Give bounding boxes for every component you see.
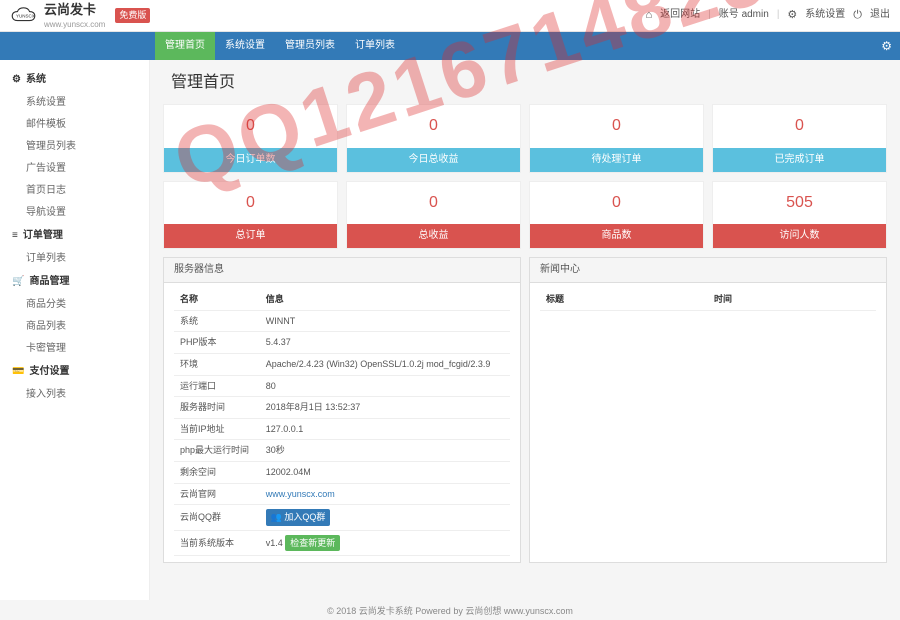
sidebar-item[interactable]: 管理员列表: [0, 136, 149, 158]
server-info-panel: 服务器信息 名称信息系统WINNTPHP版本5.4.37环境Apache/2.4…: [163, 257, 521, 563]
footer: © 2018 云尚发卡系统 Powered by 云尚创想 www.yunscx…: [0, 605, 900, 618]
sidebar-group-header[interactable]: 💳支付设置: [0, 360, 149, 384]
sidebar-group-header[interactable]: ⚙系统: [0, 68, 149, 92]
stat-label: 今日总收益: [347, 148, 520, 172]
sidebar-item[interactable]: 首页日志: [0, 180, 149, 202]
stat-value: 0: [530, 105, 703, 147]
logo[interactable]: YUNSCX 云尚发卡 www.yunscx.com 免费版: [10, 1, 150, 30]
table-row: 服务器时间2018年8月1日 13:52:37: [174, 397, 510, 419]
sidebar-item[interactable]: 卡密管理: [0, 338, 149, 360]
sidebar-icon: 💳: [12, 365, 24, 379]
stat-card: 0总收益: [346, 181, 521, 249]
main: 管理首页 0今日订单数0今日总收益0待处理订单0已完成订单 0总订单0总收益0商…: [155, 60, 895, 600]
stat-value: 0: [530, 182, 703, 224]
sidebar-item[interactable]: 接入列表: [0, 384, 149, 406]
navbar: 管理首页系统设置管理员列表订单列表 ⚙: [0, 32, 900, 60]
stat-card: 0今日总收益: [346, 104, 521, 172]
nav-tab[interactable]: 管理首页: [155, 32, 215, 60]
stat-value: 0: [164, 105, 337, 147]
nav-tab[interactable]: 管理员列表: [275, 32, 345, 60]
stat-label: 待处理订单: [530, 148, 703, 172]
sidebar: ⚙系统系统设置邮件模板管理员列表广告设置首页日志导航设置≡订单管理订单列表🛒商品…: [0, 60, 150, 600]
stat-card: 0今日订单数: [163, 104, 338, 172]
nav-tab[interactable]: 订单列表: [345, 32, 405, 60]
account-label: 账号 admin: [719, 8, 769, 22]
panel-header: 服务器信息: [164, 258, 520, 283]
sidebar-group-header[interactable]: 🛒商品管理: [0, 270, 149, 294]
table-row: php最大运行时间30秒: [174, 440, 510, 462]
stat-card: 0商品数: [529, 181, 704, 249]
stats-row-1: 0今日订单数0今日总收益0待处理订单0已完成订单: [163, 104, 887, 172]
stat-label: 今日订单数: [164, 148, 337, 172]
page-title: 管理首页: [171, 72, 887, 94]
server-table: 名称信息系统WINNTPHP版本5.4.37环境Apache/2.4.23 (W…: [174, 289, 510, 556]
stat-label: 总收益: [347, 224, 520, 248]
sidebar-group-header[interactable]: ≡订单管理: [0, 224, 149, 248]
table-row: 剩余空间12002.04M: [174, 461, 510, 483]
settings-link[interactable]: 系统设置: [805, 8, 845, 22]
stat-value: 0: [713, 105, 886, 147]
sidebar-item[interactable]: 广告设置: [0, 158, 149, 180]
stats-row-2: 0总订单0总收益0商品数505访问人数: [163, 181, 887, 249]
sidebar-item[interactable]: 商品分类: [0, 294, 149, 316]
check-update-button[interactable]: 检查新更新: [285, 535, 340, 552]
stat-value: 505: [713, 182, 886, 224]
gear-icon: ⚙: [787, 8, 797, 23]
topbar: YUNSCX 云尚发卡 www.yunscx.com 免费版 ⌂ 返回网站 | …: [0, 0, 900, 32]
stat-card: 505访问人数: [712, 181, 887, 249]
stat-card: 0已完成订单: [712, 104, 887, 172]
table-row: 当前IP地址127.0.0.1: [174, 418, 510, 440]
brand-sub: www.yunscx.com: [44, 19, 105, 30]
stat-label: 访问人数: [713, 224, 886, 248]
stat-value: 0: [347, 182, 520, 224]
sidebar-icon: 🛒: [12, 275, 24, 289]
edition-badge: 免费版: [115, 8, 150, 23]
nav-tab[interactable]: 系统设置: [215, 32, 275, 60]
panel-header: 新闻中心: [530, 258, 886, 283]
table-row: 环境Apache/2.4.23 (Win32) OpenSSL/1.0.2j m…: [174, 353, 510, 375]
site-link[interactable]: 返回网站: [660, 8, 700, 22]
stat-card: 0待处理订单: [529, 104, 704, 172]
sidebar-item[interactable]: 系统设置: [0, 92, 149, 114]
sidebar-icon: ≡: [12, 229, 18, 243]
navbar-gear-icon[interactable]: ⚙: [881, 38, 892, 55]
sidebar-item[interactable]: 订单列表: [0, 248, 149, 270]
table-row: 当前系统版本v1.4 检查新更新: [174, 530, 510, 556]
table-row: 运行端口80: [174, 375, 510, 397]
stat-value: 0: [164, 182, 337, 224]
sidebar-icon: ⚙: [12, 73, 21, 87]
stat-label: 总订单: [164, 224, 337, 248]
stat-card: 0总订单: [163, 181, 338, 249]
table-row: PHP版本5.4.37: [174, 332, 510, 354]
sidebar-item[interactable]: 导航设置: [0, 202, 149, 224]
table-row: 云尚QQ群👥 加入QQ群: [174, 505, 510, 531]
cloud-icon: YUNSCX: [10, 7, 40, 25]
stat-label: 已完成订单: [713, 148, 886, 172]
sidebar-item[interactable]: 邮件模板: [0, 114, 149, 136]
stat-value: 0: [347, 105, 520, 147]
topbar-right: ⌂ 返回网站 | 账号 admin | ⚙ 系统设置 ⏻ 退出: [646, 8, 890, 23]
stat-label: 商品数: [530, 224, 703, 248]
home-icon: ⌂: [646, 8, 653, 23]
power-icon: ⏻: [853, 8, 862, 23]
qq-group-button[interactable]: 👥 加入QQ群: [266, 509, 331, 526]
brand-name: 云尚发卡: [44, 1, 105, 19]
table-row: 系统WINNT: [174, 310, 510, 332]
news-panel: 新闻中心 标题时间: [529, 257, 887, 563]
sidebar-item[interactable]: 商品列表: [0, 316, 149, 338]
svg-text:YUNSCX: YUNSCX: [16, 13, 35, 18]
news-table: 标题时间: [540, 289, 876, 311]
logout-link[interactable]: 退出: [870, 8, 890, 22]
table-row: 云尚官网www.yunscx.com: [174, 483, 510, 505]
